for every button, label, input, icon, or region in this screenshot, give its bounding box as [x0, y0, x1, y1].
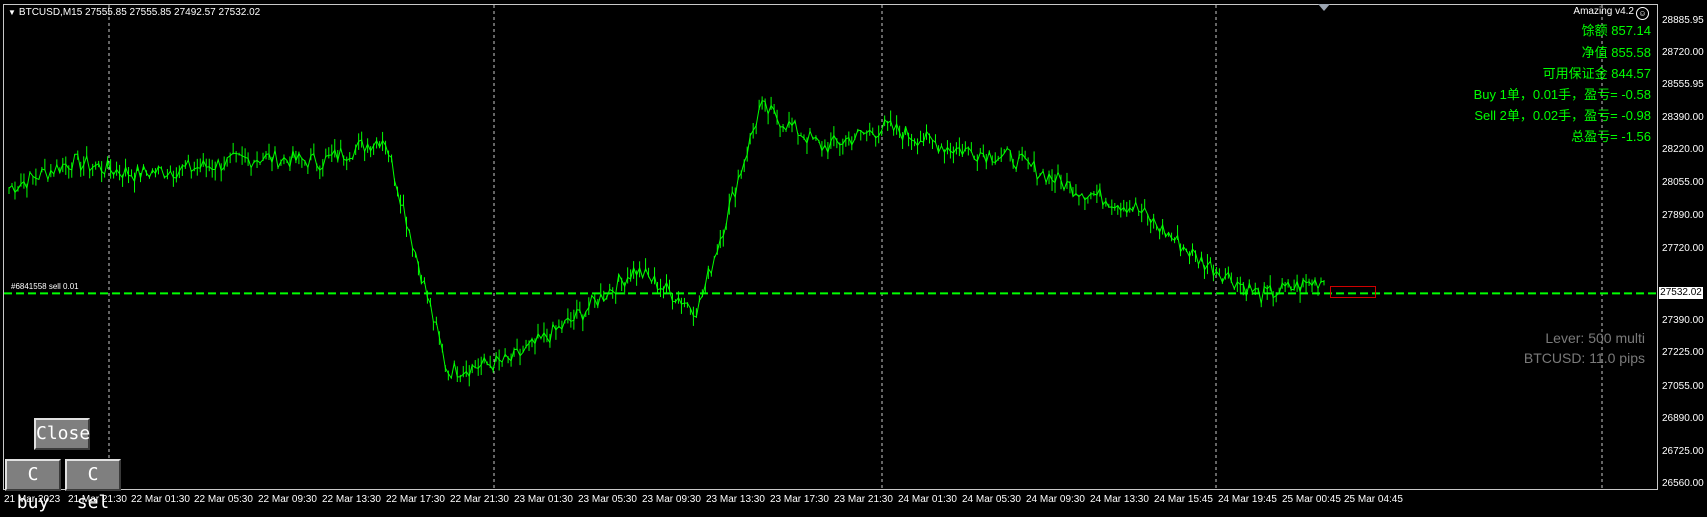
symbol-header: ▼ BTCUSD,M15 27555.85 27555.85 27492.57 2… — [8, 7, 260, 18]
price-tick-label: 26890.00 — [1662, 413, 1704, 424]
time-tick-label: 22 Mar 17:30 — [386, 494, 445, 505]
time-tick-label: 23 Mar 21:30 — [834, 494, 893, 505]
close-buy-button[interactable]: C buy — [5, 459, 61, 513]
dropdown-triangle-icon[interactable]: ▼ — [8, 8, 16, 17]
time-tick-label: 23 Mar 09:30 — [642, 494, 701, 505]
spread-text: BTCUSD: 11.0 pips — [1523, 350, 1645, 366]
time-tick-label: 22 Mar 21:30 — [450, 494, 509, 505]
chart-area[interactable] — [3, 4, 1659, 491]
close-all-button[interactable]: Close — [34, 418, 90, 450]
price-tick-label: 28555.95 — [1662, 79, 1704, 90]
price-tick-label: 28055.00 — [1662, 177, 1704, 188]
time-tick-label: 23 Mar 17:30 — [770, 494, 829, 505]
time-tick-label: 24 Mar 09:30 — [1026, 494, 1085, 505]
smiley-icon[interactable]: ☺ — [1636, 7, 1649, 20]
time-tick-label: 22 Mar 09:30 — [258, 494, 317, 505]
chart-shift-marker[interactable] — [1318, 4, 1330, 11]
price-tick-label: 28720.00 — [1662, 47, 1704, 58]
time-tick-label: 25 Mar 00:45 — [1282, 494, 1341, 505]
time-tick-label: 23 Mar 05:30 — [578, 494, 637, 505]
time-tick-label: 22 Mar 01:30 — [131, 494, 190, 505]
price-series-line — [8, 100, 1325, 380]
price-tick-label: 28220.00 — [1662, 144, 1704, 155]
time-tick-label: 25 Mar 04:45 — [1344, 494, 1403, 505]
equity-text: 净值 855.58 — [1581, 45, 1651, 60]
order-line-label: #6841558 sell 0.01 — [11, 282, 79, 291]
time-tick-label: 23 Mar 13:30 — [706, 494, 765, 505]
price-tick-label: 27720.00 — [1662, 243, 1704, 254]
price-tick-label: 27225.00 — [1662, 347, 1704, 358]
price-tick-label: 28885.95 — [1662, 15, 1704, 26]
current-price-label: 27532.02 — [1659, 287, 1703, 299]
time-tick-label: 24 Mar 01:30 — [898, 494, 957, 505]
ask-price-marker — [1330, 286, 1376, 298]
price-tick-label: 26560.00 — [1662, 478, 1704, 489]
time-tick-label: 24 Mar 13:30 — [1090, 494, 1149, 505]
price-tick-label: 27055.00 — [1662, 381, 1704, 392]
price-tick-label: 26725.00 — [1662, 446, 1704, 457]
time-tick-label: 24 Mar 15:45 — [1154, 494, 1213, 505]
sell-summary-text: Sell 2单，0.02手，盈亏= -0.98 — [1474, 108, 1651, 123]
balance-text: 馀额 857.14 — [1581, 23, 1651, 38]
price-tick-label: 27890.00 — [1662, 210, 1704, 221]
time-tick-label: 22 Mar 05:30 — [194, 494, 253, 505]
price-chart[interactable] — [4, 5, 1659, 491]
total-pnl-text: 总盈亏= -1.56 — [1571, 129, 1651, 144]
price-tick-label: 28390.00 — [1662, 112, 1704, 123]
symbol-line-text: BTCUSD,M15 27555.85 27555.85 27492.57 27… — [18, 7, 261, 18]
ea-name-text: Amazing v4.2 — [1573, 6, 1634, 17]
buy-summary-text: Buy 1单，0.01手，盈亏= -0.58 — [1473, 87, 1651, 102]
time-tick-label: 22 Mar 13:30 — [322, 494, 381, 505]
time-tick-label: 24 Mar 19:45 — [1218, 494, 1277, 505]
free-margin-text: 可用保证金 844.57 — [1542, 66, 1651, 81]
time-tick-label: 23 Mar 01:30 — [514, 494, 573, 505]
lever-text: Lever: 500 multi — [1545, 330, 1645, 346]
expert-advisor-label: Amazing v4.2 ☺ — [1573, 6, 1649, 20]
close-sell-button[interactable]: C sel — [65, 459, 121, 513]
time-tick-label: 24 Mar 05:30 — [962, 494, 1021, 505]
price-tick-label: 27390.00 — [1662, 315, 1704, 326]
